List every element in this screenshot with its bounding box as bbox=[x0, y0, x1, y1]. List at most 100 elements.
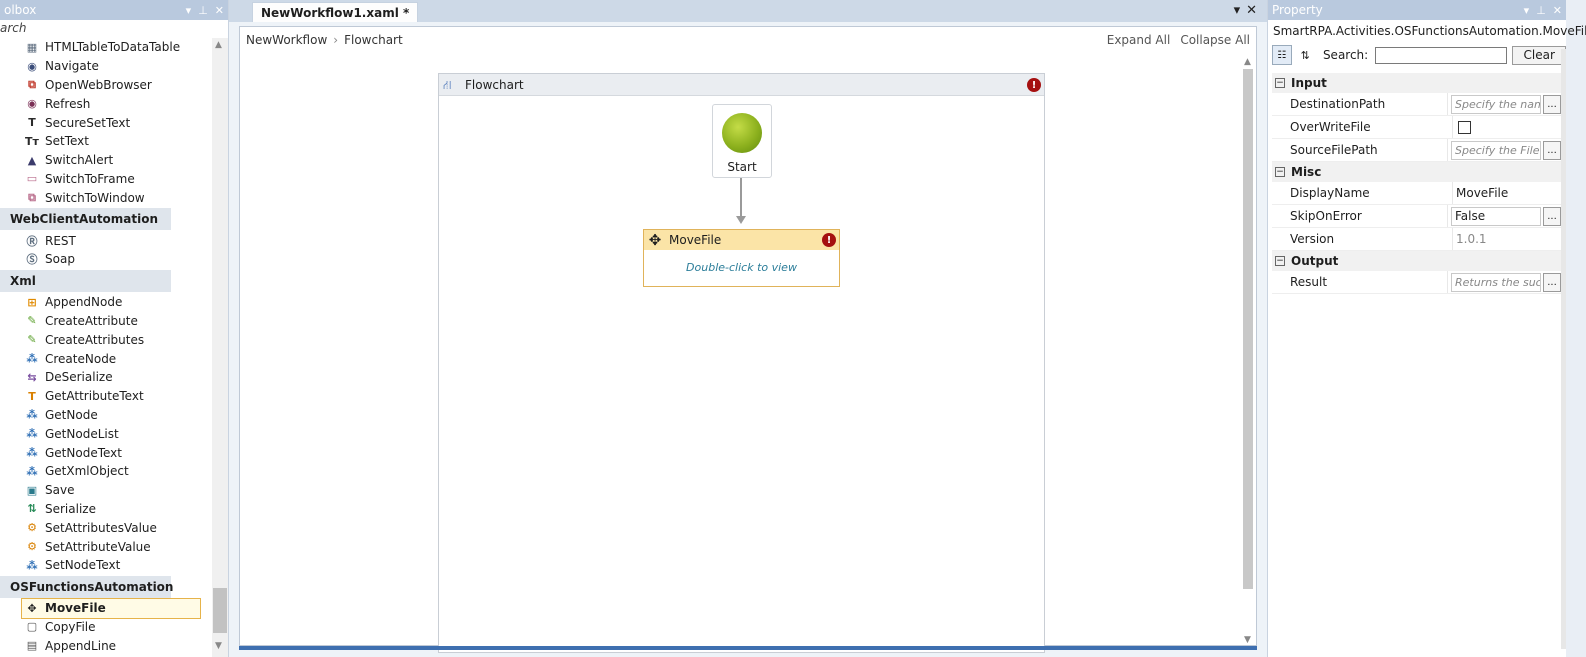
sort-alpha-icon[interactable]: ⇅ bbox=[1296, 45, 1315, 65]
toolbox-item[interactable]: ⚙ SetAttributeValue bbox=[0, 537, 212, 556]
toolbox-item-label: SwitchAlert bbox=[45, 153, 114, 168]
toolbox-scrollbar[interactable]: ▲ ▼ bbox=[212, 38, 228, 657]
tab-dropdown-icon[interactable]: ▾ bbox=[1234, 3, 1241, 18]
scroll-down-icon[interactable]: ▼ bbox=[215, 641, 222, 651]
toolbox-item[interactable]: ⁂ CreateNode bbox=[0, 349, 212, 368]
close-icon[interactable]: ✕ bbox=[1553, 4, 1562, 17]
toolbox-item-label: GetNodeText bbox=[45, 445, 122, 460]
property-value-input[interactable]: Returns the suc bbox=[1451, 272, 1541, 292]
toolbox-item[interactable]: ⇆ DeSerialize bbox=[0, 368, 212, 387]
start-node[interactable]: Start bbox=[712, 104, 772, 178]
toolbox-item-label: Refresh bbox=[45, 96, 91, 111]
property-category[interactable]: − Input bbox=[1272, 73, 1561, 93]
breadcrumb-item[interactable]: NewWorkflow bbox=[246, 33, 327, 47]
scrollbar-thumb[interactable] bbox=[1243, 69, 1253, 589]
dropdown-icon[interactable]: ▾ bbox=[1524, 4, 1530, 17]
ellipsis-button[interactable]: ... bbox=[1543, 94, 1561, 114]
designer-panel: NewWorkflow1.xaml * ▾ ✕ NewWorkflow › Fl… bbox=[229, 0, 1267, 657]
overwrite-checkbox[interactable] bbox=[1458, 120, 1471, 134]
toolbox-item[interactable]: ▣ Save bbox=[0, 481, 212, 500]
toolbox-header: olbox ▾ ⊥ ✕ bbox=[0, 0, 228, 20]
toolbox-item[interactable]: T SecureSetText bbox=[0, 113, 212, 132]
property-row: DestinationPath Specify the nam... bbox=[1272, 93, 1561, 116]
node-icon: ⁂ bbox=[26, 352, 38, 366]
scroll-up-icon[interactable]: ▲ bbox=[215, 40, 222, 50]
movefile-activity[interactable]: ✥ MoveFile ! Double-click to view bbox=[643, 229, 840, 287]
toolbox-search-input[interactable]: arch bbox=[0, 20, 228, 37]
toolbox-category[interactable]: OSFunctionsAutomation bbox=[0, 575, 173, 598]
collapse-icon[interactable]: − bbox=[1275, 256, 1285, 266]
toolbox-item[interactable]: ⁂ GetNodeList bbox=[0, 424, 212, 443]
pin-icon[interactable]: ⊥ bbox=[1536, 4, 1546, 17]
toolbox-item[interactable]: ▲ SwitchAlert bbox=[0, 151, 212, 170]
toolbox-item[interactable]: ⁂ GetXmlObject bbox=[0, 462, 212, 481]
status-strip bbox=[239, 646, 1257, 650]
property-value-cell: Specify the File... bbox=[1448, 139, 1561, 161]
toolbox-item[interactable]: ◉ Navigate bbox=[0, 57, 212, 76]
breadcrumb-item[interactable]: Flowchart bbox=[344, 33, 403, 47]
property-value-input[interactable]: Specify the File bbox=[1451, 140, 1541, 160]
toolbox-item-label: MoveFile bbox=[45, 601, 106, 616]
toolbox-item-label: GetNodeList bbox=[45, 426, 119, 441]
toolbox-item[interactable]: ▦ HTMLTableToDataTable bbox=[0, 38, 212, 57]
node-icon: ⁂ bbox=[26, 427, 38, 441]
property-category[interactable]: − Output bbox=[1272, 251, 1561, 271]
toolbox-item-label: DeSerialize bbox=[45, 370, 113, 385]
property-value-text[interactable]: MoveFile bbox=[1456, 186, 1508, 200]
toolbox-item[interactable]: ✎ CreateAttributes bbox=[0, 330, 212, 349]
toolbox-item[interactable]: ⊞ AppendNode bbox=[0, 293, 212, 312]
property-search-input[interactable] bbox=[1375, 46, 1508, 64]
property-name: Version bbox=[1272, 228, 1453, 250]
toolbox-item[interactable]: ▤ AppendLine bbox=[0, 636, 212, 655]
dropdown-icon[interactable]: ▾ bbox=[186, 4, 192, 17]
tab-workflow[interactable]: NewWorkflow1.xaml * bbox=[252, 2, 419, 22]
toolbox-item[interactable]: T GetAttributeText bbox=[0, 387, 212, 406]
toolbox-category[interactable]: WebClientAutomation bbox=[0, 208, 171, 231]
ellipsis-button[interactable]: ... bbox=[1543, 206, 1561, 226]
property-category[interactable]: − Misc bbox=[1272, 162, 1561, 182]
toolbox-category[interactable]: Xml bbox=[0, 269, 171, 292]
ellipsis-button[interactable]: ... bbox=[1543, 272, 1561, 292]
canvas-scrollbar[interactable]: ▲ ▼ bbox=[1240, 55, 1256, 645]
toolbox-item[interactable]: ⧉ SwitchToWindow bbox=[0, 188, 212, 207]
toolbox-item[interactable]: ⧉ OpenWebBrowser bbox=[0, 76, 212, 95]
toolbox-item-label: SetNodeText bbox=[45, 558, 121, 573]
collapse-all-button[interactable]: Collapse All bbox=[1180, 33, 1250, 47]
property-value-input[interactable]: Specify the nam bbox=[1451, 94, 1541, 114]
ellipsis-button[interactable]: ... bbox=[1543, 140, 1561, 160]
collapse-icon[interactable]: − bbox=[1275, 167, 1285, 177]
designer-canvas: NewWorkflow › Flowchart Expand All Colla… bbox=[239, 26, 1257, 653]
toolbox-item[interactable]: ✎ CreateAttribute bbox=[0, 312, 212, 331]
collapse-icon[interactable]: − bbox=[1275, 78, 1285, 88]
scroll-down-icon[interactable]: ▼ bbox=[1244, 635, 1251, 645]
expand-all-button[interactable]: Expand All bbox=[1107, 33, 1171, 47]
scrollbar-thumb[interactable] bbox=[213, 588, 227, 633]
toolbox-item[interactable]: ⁂ GetNode bbox=[0, 406, 212, 425]
toolbox-item[interactable]: ◉ Refresh bbox=[0, 94, 212, 113]
property-value-input[interactable]: False bbox=[1451, 206, 1541, 226]
close-icon[interactable]: ✕ bbox=[215, 4, 224, 17]
toolbox-item[interactable]: ⁂ GetNodeText bbox=[0, 443, 212, 462]
tab-close-icon[interactable]: ✕ bbox=[1246, 3, 1257, 18]
toolbox-item[interactable]: ⚙ SetAttributesValue bbox=[0, 518, 212, 537]
error-icon: ! bbox=[1027, 78, 1041, 92]
toolbox-item[interactable]: ▭ SwitchToFrame bbox=[0, 170, 212, 189]
clear-button[interactable]: Clear bbox=[1512, 45, 1566, 65]
flowchart-container[interactable]: ⛙ Flowchart ! Start ✥ MoveFile ! Double-… bbox=[438, 73, 1045, 653]
property-row: Result Returns the suc... bbox=[1272, 271, 1561, 294]
activity-hint: Double-click to view bbox=[686, 261, 797, 274]
categorized-view-icon[interactable]: ☷ bbox=[1272, 45, 1292, 65]
property-scrollbar[interactable] bbox=[1561, 49, 1566, 649]
toolbox-item[interactable]: ⇅ Serialize bbox=[0, 500, 212, 519]
toolbox-item-label: SetText bbox=[45, 134, 89, 149]
scroll-up-icon[interactable]: ▲ bbox=[1244, 57, 1251, 67]
toolbox-item[interactable]: ✥ MoveFile bbox=[21, 597, 201, 619]
pin-icon[interactable]: ⊥ bbox=[198, 4, 208, 17]
toolbox-item[interactable]: Ⓢ Soap bbox=[0, 250, 212, 269]
toolbox-item-label: Soap bbox=[45, 252, 75, 267]
toolbox-item[interactable]: ▢ CopyFile bbox=[0, 618, 212, 637]
toolbox-item[interactable]: Ⓡ REST bbox=[0, 231, 212, 250]
toolbox-item[interactable]: ⁂ SetNodeText bbox=[0, 556, 212, 575]
node-icon: ⁂ bbox=[26, 464, 38, 478]
toolbox-item[interactable]: Tт SetText bbox=[0, 132, 212, 151]
